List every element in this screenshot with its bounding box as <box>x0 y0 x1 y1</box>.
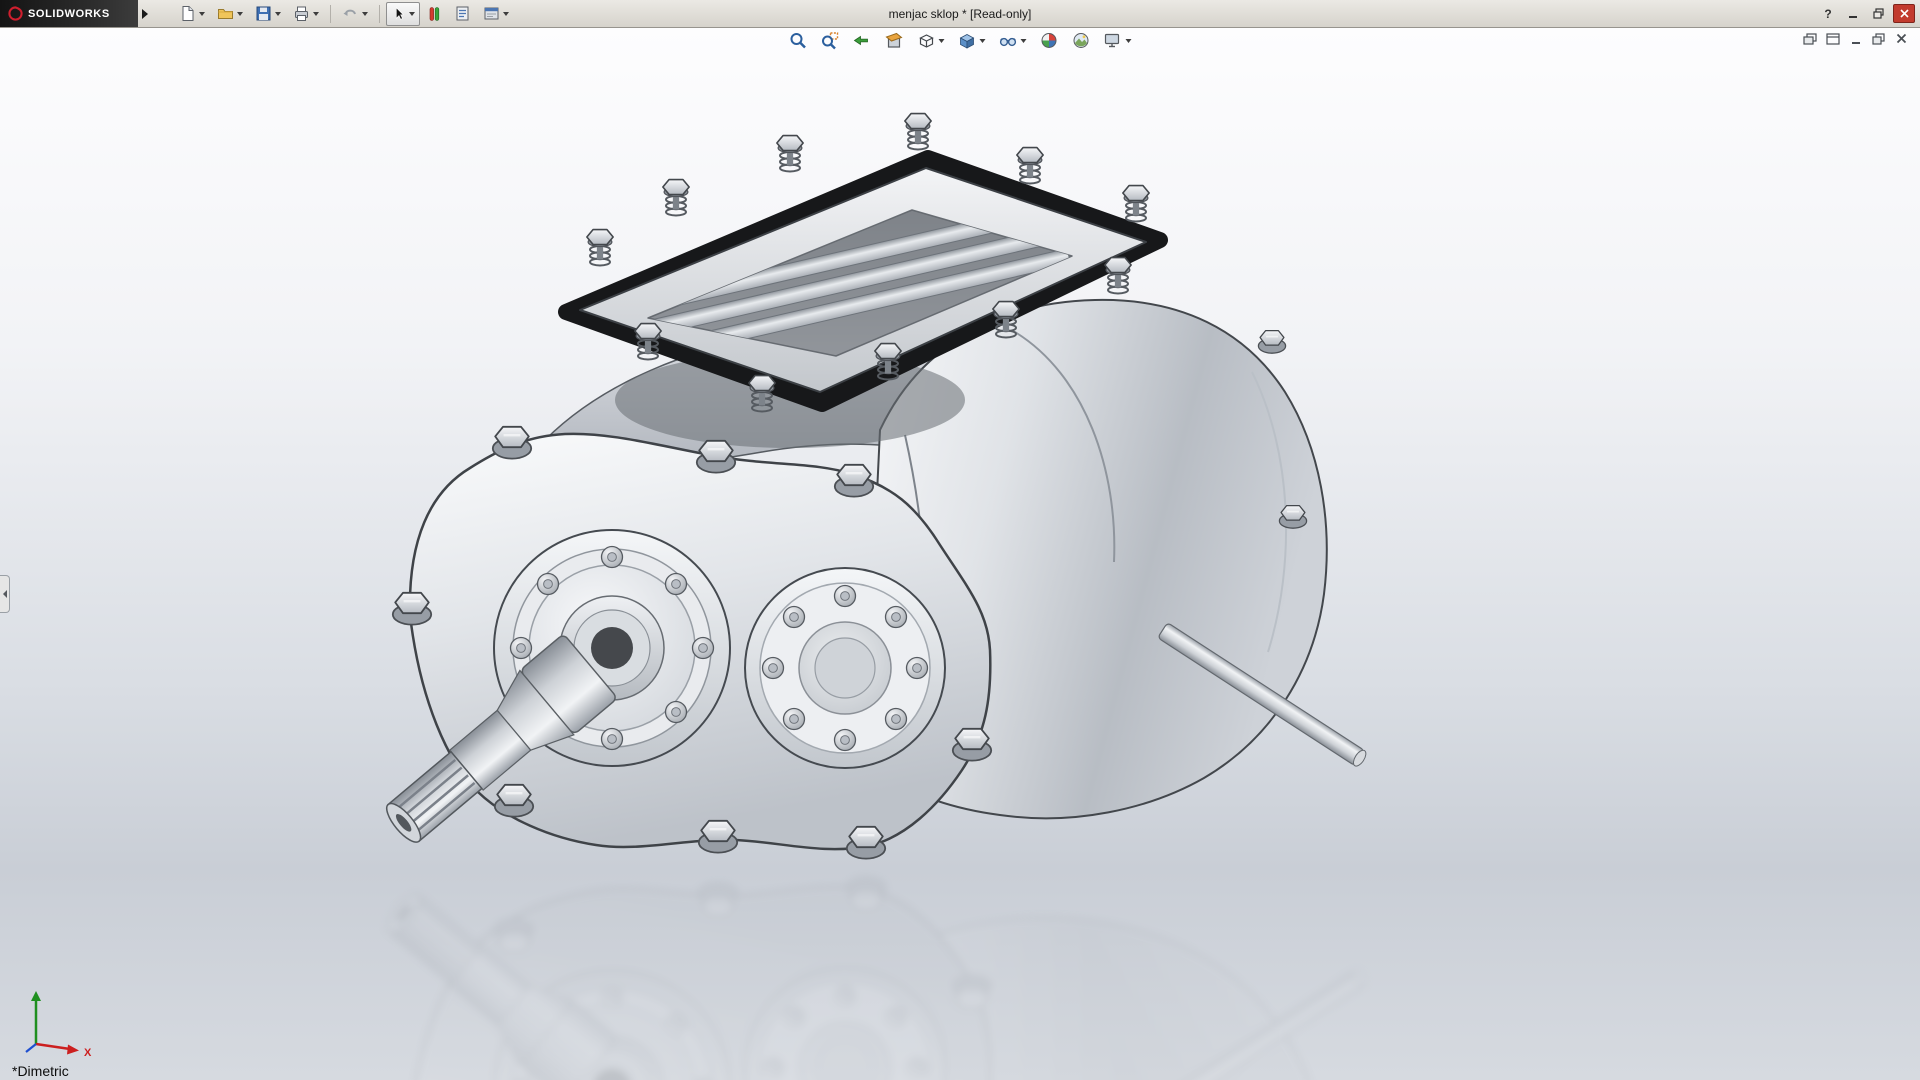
save-button[interactable] <box>250 2 286 26</box>
close-window-button[interactable] <box>1893 4 1915 23</box>
restore-document-icon <box>1872 32 1885 45</box>
close-document-icon <box>1896 33 1907 44</box>
zoom-to-fit-button[interactable] <box>787 30 810 51</box>
select-cursor-icon <box>395 7 405 20</box>
section-view-button[interactable] <box>883 30 906 51</box>
window-controls: ? <box>1818 0 1915 27</box>
close-document-button[interactable] <box>1893 31 1910 46</box>
view-orientation-label: *Dimetric <box>12 1063 69 1079</box>
toolbar-separator <box>379 4 380 23</box>
brand-text: SOLIDWORKS <box>28 7 110 20</box>
minimize-document-icon <box>1851 41 1860 44</box>
apply-scene-icon <box>1073 33 1089 48</box>
file-properties-button[interactable] <box>449 2 476 26</box>
edit-appearance-button[interactable] <box>1038 30 1061 51</box>
dropdown-arrow-icon[interactable] <box>237 11 243 16</box>
restore-window-button[interactable] <box>1868 5 1888 22</box>
document-window-controls <box>1801 31 1910 46</box>
tile-windows-button[interactable] <box>1824 31 1841 46</box>
z-axis-arrow <box>25 1043 37 1053</box>
dropdown-arrow-icon[interactable] <box>362 11 368 16</box>
print-button[interactable] <box>288 2 324 26</box>
options-button[interactable] <box>478 2 514 26</box>
options-icon <box>484 7 499 20</box>
x-axis-label: X <box>84 1047 92 1058</box>
dropdown-arrow-icon[interactable] <box>313 11 319 16</box>
dropdown-arrow-icon[interactable] <box>938 38 945 43</box>
apply-scene-button[interactable] <box>1070 30 1093 51</box>
model-reflection <box>370 875 1369 1080</box>
feature-panel-collapse-tab[interactable] <box>0 575 10 613</box>
select-button[interactable] <box>386 1 420 26</box>
graphics-viewport[interactable]: X *Dimetric <box>0 27 1920 1080</box>
y-axis-arrowhead <box>31 991 41 1001</box>
undo-icon <box>343 9 356 16</box>
minimize-icon <box>1849 15 1857 18</box>
previous-view-button[interactable] <box>851 30 874 51</box>
restore-icon <box>1872 8 1884 19</box>
window-title: menjac sklop * [Read-only] <box>888 6 1032 21</box>
zoom-to-area-icon <box>822 32 839 50</box>
close-icon <box>1899 9 1909 18</box>
x-axis-arrowhead <box>67 1044 79 1055</box>
previous-view-icon <box>853 35 868 46</box>
open-folder-icon <box>218 9 233 19</box>
minimize-document-button[interactable] <box>1847 31 1864 46</box>
solidworks-logo: SOLIDWORKS <box>0 0 138 27</box>
heads-up-view-toolbar <box>787 30 1134 51</box>
help-button[interactable]: ? <box>1818 5 1838 22</box>
dropdown-arrow-icon[interactable] <box>1125 38 1132 43</box>
new-document-icon <box>182 6 194 21</box>
x-axis-arrow <box>35 1042 71 1051</box>
open-button[interactable] <box>212 2 248 26</box>
main-toolbar <box>174 1 514 26</box>
display-style-button[interactable] <box>956 30 988 51</box>
zoom-to-area-button[interactable] <box>819 30 842 51</box>
rebuild-icon <box>429 6 440 21</box>
hide-show-items-icon <box>999 37 1017 47</box>
dropdown-arrow-icon[interactable] <box>979 38 986 43</box>
hide-show-items-button[interactable] <box>997 30 1029 51</box>
view-settings-icon <box>1104 33 1120 48</box>
dropdown-arrow-icon[interactable] <box>199 11 205 16</box>
dropdown-arrow-icon[interactable] <box>409 11 415 16</box>
dropdown-arrow-icon[interactable] <box>1020 38 1027 43</box>
view-settings-button[interactable] <box>1102 30 1134 51</box>
cascade-windows-button[interactable] <box>1801 31 1818 46</box>
display-style-icon <box>959 34 975 49</box>
cascade-windows-icon <box>1802 32 1817 45</box>
edit-appearance-icon <box>1041 33 1057 48</box>
file-properties-icon <box>456 6 469 21</box>
restore-document-button[interactable] <box>1870 31 1887 46</box>
orientation-triad[interactable]: X <box>18 978 98 1058</box>
print-icon <box>295 6 308 21</box>
dropdown-arrow-icon[interactable] <box>275 11 281 16</box>
zoom-to-fit-icon <box>790 33 806 49</box>
gearbox-model <box>0 112 1920 1080</box>
ds-logo-icon <box>8 6 23 21</box>
collapse-arrow-icon <box>2 590 7 598</box>
toolbar-separator <box>330 4 331 23</box>
rebuild-button[interactable] <box>422 2 447 26</box>
view-orientation-button[interactable] <box>915 30 947 51</box>
view-orientation-icon <box>919 34 934 48</box>
tile-windows-icon <box>1825 32 1840 45</box>
save-icon <box>256 6 271 21</box>
section-view-icon <box>885 32 903 48</box>
titlebar: SOLIDWORKS menjac sklop * [Read-only] ? <box>0 0 1920 28</box>
dropdown-arrow-icon[interactable] <box>503 11 509 16</box>
new-document-button[interactable] <box>174 2 210 26</box>
minimize-window-button[interactable] <box>1843 5 1863 22</box>
undo-button[interactable] <box>337 2 373 26</box>
menu-expand-icon[interactable] <box>142 8 148 19</box>
